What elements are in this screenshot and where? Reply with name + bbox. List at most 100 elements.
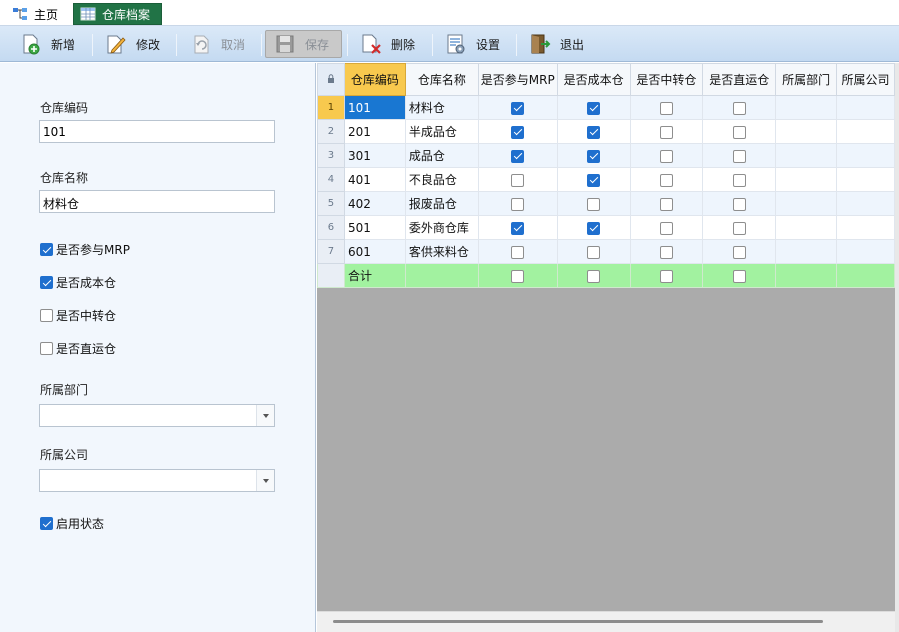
- unchecked-checkbox-icon[interactable]: [659, 245, 673, 259]
- cell-warehouse-code[interactable]: 501: [343, 215, 406, 240]
- checkbox-cell[interactable]: [629, 263, 704, 288]
- checkbox-cell[interactable]: [629, 215, 704, 240]
- warehouse-code-input[interactable]: 101: [39, 120, 275, 143]
- unchecked-checkbox-icon[interactable]: [659, 125, 673, 139]
- chevron-down-icon[interactable]: [256, 405, 274, 426]
- cell-warehouse-code[interactable]: 101: [343, 95, 406, 120]
- checkbox-cell[interactable]: [477, 239, 558, 264]
- unchecked-checkbox-icon[interactable]: [511, 269, 525, 283]
- column-header[interactable]: 所属公司: [836, 63, 895, 96]
- settings-button[interactable]: 设置: [445, 30, 500, 58]
- cell-company[interactable]: [836, 239, 895, 264]
- unchecked-checkbox-icon[interactable]: [511, 245, 525, 259]
- checkbox-cell[interactable]: [556, 95, 631, 120]
- cancel-button[interactable]: 取消: [190, 30, 245, 58]
- checked-checkbox-icon[interactable]: [587, 101, 601, 115]
- row-number[interactable]: 2: [317, 119, 345, 144]
- checkbox-cell[interactable]: [477, 191, 558, 216]
- tab-warehouse-archive[interactable]: 仓库档案: [73, 3, 162, 25]
- checkbox-cell[interactable]: [556, 263, 631, 288]
- checkbox-cell[interactable]: [702, 143, 777, 168]
- checkbox-cell[interactable]: [629, 167, 704, 192]
- table-row[interactable]: 4 401 不良品仓: [317, 167, 895, 192]
- unchecked-checkbox-icon[interactable]: [659, 269, 673, 283]
- checkbox-cell[interactable]: [477, 167, 558, 192]
- cell-department[interactable]: [775, 143, 838, 168]
- department-select[interactable]: [39, 404, 275, 427]
- cell-warehouse-name[interactable]: 不良品仓: [404, 167, 479, 192]
- table-row[interactable]: 2 201 半成品仓: [317, 119, 895, 144]
- row-number[interactable]: 7: [317, 239, 345, 264]
- cell-warehouse-name[interactable]: 报废品仓: [404, 191, 479, 216]
- checkbox-cell[interactable]: [702, 263, 777, 288]
- unchecked-checkbox-icon[interactable]: [659, 101, 673, 115]
- checked-checkbox-icon[interactable]: [587, 221, 601, 235]
- row-number[interactable]: 1: [317, 95, 345, 120]
- table-row[interactable]: 6 501 委外商仓库: [317, 215, 895, 240]
- column-header[interactable]: 是否中转仓: [629, 63, 704, 96]
- checkbox-cell[interactable]: [477, 263, 558, 288]
- unchecked-checkbox-icon[interactable]: [732, 173, 746, 187]
- table-row[interactable]: 3 301 成品仓: [317, 143, 895, 168]
- unchecked-checkbox-icon[interactable]: [511, 197, 525, 211]
- column-header[interactable]: 仓库编码: [343, 63, 406, 96]
- checkbox-cell[interactable]: [702, 239, 777, 264]
- scrollbar-thumb[interactable]: [333, 620, 823, 623]
- cell-department[interactable]: [775, 119, 838, 144]
- row-number[interactable]: 4: [317, 167, 345, 192]
- horizontal-scrollbar[interactable]: [317, 611, 895, 632]
- checkbox-cell[interactable]: [556, 167, 631, 192]
- checkbox-cell[interactable]: [702, 119, 777, 144]
- tab-home[interactable]: 主页: [6, 3, 66, 25]
- unchecked-checkbox-icon[interactable]: [732, 245, 746, 259]
- column-header[interactable]: 仓库名称: [404, 63, 479, 96]
- unchecked-checkbox-icon[interactable]: [587, 197, 601, 211]
- unchecked-checkbox-icon[interactable]: [587, 269, 601, 283]
- checked-checkbox-icon[interactable]: [587, 125, 601, 139]
- lock-icon[interactable]: [317, 63, 345, 96]
- column-header[interactable]: 是否成本仓: [556, 63, 631, 96]
- table-row[interactable]: 5 402 报废品仓: [317, 191, 895, 216]
- checkbox-cell[interactable]: [702, 191, 777, 216]
- checkbox-cell[interactable]: [556, 143, 631, 168]
- unchecked-checkbox-icon[interactable]: [659, 173, 673, 187]
- column-header[interactable]: 是否直运仓: [702, 63, 777, 96]
- cell-warehouse-code[interactable]: 401: [343, 167, 406, 192]
- table-row[interactable]: 7 601 客供来料仓: [317, 239, 895, 264]
- new-button[interactable]: 新增: [20, 30, 75, 58]
- cell-department[interactable]: [775, 167, 838, 192]
- unchecked-checkbox-icon[interactable]: [732, 125, 746, 139]
- cell-warehouse-name[interactable]: 委外商仓库: [404, 215, 479, 240]
- cell-empty[interactable]: [775, 263, 838, 288]
- checked-checkbox-icon[interactable]: [587, 173, 601, 187]
- cell-company[interactable]: [836, 215, 895, 240]
- company-select[interactable]: [39, 469, 275, 492]
- cell-warehouse-name[interactable]: 成品仓: [404, 143, 479, 168]
- cell-department[interactable]: [775, 95, 838, 120]
- row-number[interactable]: 3: [317, 143, 345, 168]
- table-row[interactable]: 1 101 材料仓: [317, 95, 895, 120]
- cell-department[interactable]: [775, 191, 838, 216]
- unchecked-checkbox-icon[interactable]: [732, 101, 746, 115]
- checkbox-cell[interactable]: [629, 119, 704, 144]
- checkbox-cell[interactable]: [629, 191, 704, 216]
- checked-checkbox-icon[interactable]: [511, 101, 525, 115]
- checkbox-cell[interactable]: [477, 215, 558, 240]
- row-number[interactable]: 6: [317, 215, 345, 240]
- checkbox-cell[interactable]: [702, 215, 777, 240]
- edit-button[interactable]: 修改: [105, 30, 160, 58]
- unchecked-checkbox-icon[interactable]: [732, 269, 746, 283]
- cell-warehouse-code[interactable]: 301: [343, 143, 406, 168]
- checked-checkbox-icon[interactable]: [587, 149, 601, 163]
- unchecked-checkbox-icon[interactable]: [659, 149, 673, 163]
- checkbox-cell[interactable]: [556, 119, 631, 144]
- cell-warehouse-code[interactable]: 201: [343, 119, 406, 144]
- cell-department[interactable]: [775, 239, 838, 264]
- checkbox-cell[interactable]: [477, 95, 558, 120]
- checkbox-cell[interactable]: [629, 95, 704, 120]
- transit-warehouse-checkbox[interactable]: 是否中转仓: [40, 307, 116, 324]
- cost-warehouse-checkbox[interactable]: 是否成本仓: [40, 274, 116, 291]
- checkbox-cell[interactable]: [702, 167, 777, 192]
- cell-warehouse-name[interactable]: 客供来料仓: [404, 239, 479, 264]
- cell-company[interactable]: [836, 167, 895, 192]
